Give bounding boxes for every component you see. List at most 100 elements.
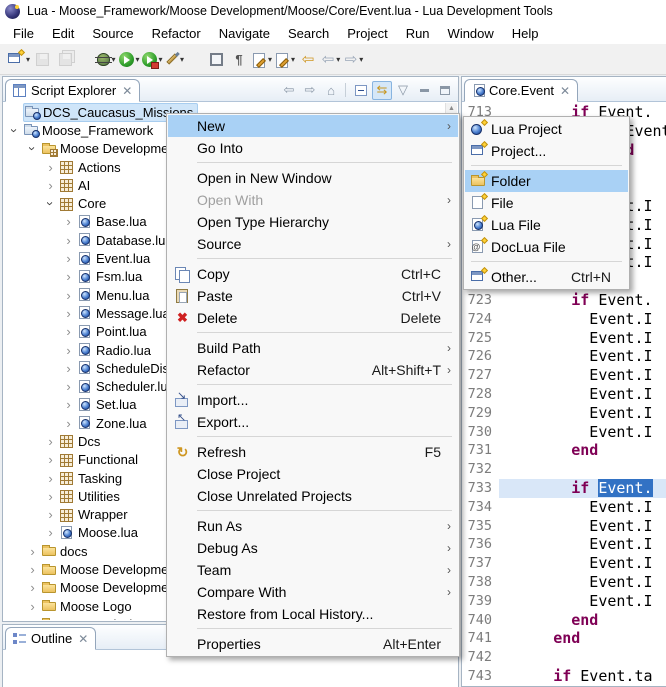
collapse-chevron-icon[interactable]: › [43, 195, 58, 212]
menu-item-run-as[interactable]: Run As› [168, 515, 458, 537]
menubar-item-search[interactable]: Search [279, 23, 338, 44]
dropdown-arrow-icon[interactable]: ▾ [291, 55, 295, 64]
show-whitespace-button[interactable]: ¶ [228, 47, 250, 71]
menu-item-debug-as[interactable]: Debug As› [168, 537, 458, 559]
collapse-chevron-icon[interactable]: › [25, 140, 40, 157]
menu-item-folder[interactable]: Folder [465, 170, 628, 192]
expand-chevron-icon[interactable]: › [60, 397, 77, 412]
menu-item-lua-file[interactable]: Lua File [465, 214, 628, 236]
menubar-item-source[interactable]: Source [83, 23, 142, 44]
dropdown-arrow-icon[interactable]: ▾ [136, 55, 140, 64]
minimize-icon[interactable] [414, 81, 434, 100]
external-tools-button[interactable]: ▾ [164, 47, 186, 71]
dropdown-arrow-icon[interactable]: ▾ [159, 55, 163, 64]
menu-item-close-project[interactable]: Close Project [168, 463, 458, 485]
menu-item-close-unrelated-projects[interactable]: Close Unrelated Projects [168, 485, 458, 507]
dropdown-arrow-icon[interactable]: ▾ [336, 55, 340, 64]
tab-close-icon[interactable]: ✕ [122, 84, 132, 98]
menubar-item-edit[interactable]: Edit [43, 23, 83, 44]
menu-item-lua-project[interactable]: Lua Project [465, 118, 628, 140]
back-button[interactable]: ⇦▾ [320, 47, 342, 71]
menubar-item-help[interactable]: Help [503, 23, 548, 44]
menu-item-refresh[interactable]: ↻RefreshF5 [168, 441, 458, 463]
expand-chevron-icon[interactable]: › [60, 269, 77, 284]
expand-chevron-icon[interactable]: › [24, 599, 41, 614]
menubar-item-refactor[interactable]: Refactor [143, 23, 210, 44]
forward-button[interactable]: ⇨▾ [343, 47, 365, 71]
expand-chevron-icon[interactable]: › [24, 617, 41, 620]
expand-chevron-icon[interactable]: › [60, 214, 77, 229]
expand-chevron-icon[interactable]: › [42, 471, 59, 486]
menubar-item-navigate[interactable]: Navigate [210, 23, 279, 44]
menu-item-delete[interactable]: ✖DeleteDelete [168, 307, 458, 329]
expand-chevron-icon[interactable]: › [42, 160, 59, 175]
menu-item-file[interactable]: File [465, 192, 628, 214]
menu-item-import[interactable]: Import... [168, 389, 458, 411]
view-menu-icon[interactable]: ▽ [393, 81, 413, 100]
menu-item-compare-with[interactable]: Compare With› [168, 581, 458, 603]
expand-chevron-icon[interactable]: › [60, 324, 77, 339]
expand-chevron-icon[interactable]: › [60, 379, 77, 394]
menu-item-export[interactable]: Export... [168, 411, 458, 433]
expand-chevron-icon[interactable]: › [42, 489, 59, 504]
expand-chevron-icon[interactable]: › [60, 233, 77, 248]
menu-item-new[interactable]: New› [168, 115, 458, 137]
menu-item-source[interactable]: Source› [168, 233, 458, 255]
expand-chevron-icon[interactable]: › [24, 544, 41, 559]
menu-item-team[interactable]: Team› [168, 559, 458, 581]
expand-chevron-icon[interactable]: › [42, 434, 59, 449]
expand-chevron-icon[interactable]: › [60, 251, 77, 266]
tab-close-icon[interactable]: ✕ [560, 84, 570, 98]
expand-chevron-icon[interactable]: › [42, 507, 59, 522]
menu-item-restore-from-local-history[interactable]: Restore from Local History... [168, 603, 458, 625]
mark-occurrences-button[interactable] [205, 47, 227, 71]
maximize-icon[interactable] [435, 81, 455, 100]
menu-item-project[interactable]: Project... [465, 140, 628, 162]
menu-item-paste[interactable]: PasteCtrl+V [168, 285, 458, 307]
expand-chevron-icon[interactable]: › [60, 306, 77, 321]
menu-item-copy[interactable]: CopyCtrl+C [168, 263, 458, 285]
tab-close-icon[interactable]: ✕ [78, 632, 88, 646]
next-edit-button[interactable]: ▾ [274, 47, 296, 71]
tab-script-explorer[interactable]: Script Explorer ✕ [5, 79, 140, 102]
menu-item-build-path[interactable]: Build Path› [168, 337, 458, 359]
run-button[interactable]: ▾ [118, 47, 140, 71]
expand-chevron-icon[interactable]: › [42, 525, 59, 540]
dropdown-arrow-icon[interactable]: ▾ [359, 55, 363, 64]
menubar-item-file[interactable]: File [4, 23, 43, 44]
menu-item-doclua-file[interactable]: @DocLua File [465, 236, 628, 258]
menu-item-open-type-hierarchy[interactable]: Open Type Hierarchy [168, 211, 458, 233]
edit-annotations-button[interactable]: ▾ [251, 47, 273, 71]
menu-item-properties[interactable]: PropertiesAlt+Enter [168, 633, 458, 655]
collapse-chevron-icon[interactable]: › [7, 122, 22, 139]
new-wizard-button[interactable]: ▾ [7, 47, 30, 71]
menu-item-go-into[interactable]: Go Into [168, 137, 458, 159]
menubar-item-window[interactable]: Window [439, 23, 503, 44]
expand-chevron-icon[interactable]: › [24, 562, 41, 577]
last-edit-location-button[interactable]: ⇦ [297, 47, 319, 71]
dropdown-arrow-icon[interactable]: ▾ [26, 55, 30, 64]
scroll-up-icon[interactable]: ▲ [446, 103, 457, 112]
tab-core-event[interactable]: Core.Event ✕ [464, 79, 578, 102]
expand-chevron-icon[interactable]: › [60, 343, 77, 358]
collapse-all-icon[interactable] [351, 81, 371, 100]
menubar-item-project[interactable]: Project [338, 23, 396, 44]
expand-chevron-icon[interactable]: › [60, 288, 77, 303]
dropdown-arrow-icon[interactable]: ▾ [180, 55, 184, 64]
expand-chevron-icon[interactable]: › [24, 580, 41, 595]
menu-item-other[interactable]: Other...Ctrl+N [465, 266, 628, 288]
expand-chevron-icon[interactable]: › [60, 361, 77, 376]
dropdown-arrow-icon[interactable]: ▾ [268, 55, 272, 64]
menubar-item-run[interactable]: Run [397, 23, 439, 44]
run-last-tool-button[interactable]: ▾ [141, 47, 163, 71]
debug-button[interactable]: ▾ [95, 47, 117, 71]
dropdown-arrow-icon[interactable]: ▾ [112, 55, 116, 64]
link-with-editor-icon[interactable]: ⇆ [372, 81, 392, 100]
menu-item-open-in-new-window[interactable]: Open in New Window [168, 167, 458, 189]
expand-chevron-icon[interactable]: › [42, 178, 59, 193]
expand-chevron-icon[interactable]: › [60, 416, 77, 431]
expand-chevron-icon[interactable]: › [42, 452, 59, 467]
tab-outline[interactable]: Outline ✕ [5, 627, 96, 650]
menu-item-label: Other... [491, 269, 553, 285]
menu-item-refactor[interactable]: RefactorAlt+Shift+T› [168, 359, 458, 381]
